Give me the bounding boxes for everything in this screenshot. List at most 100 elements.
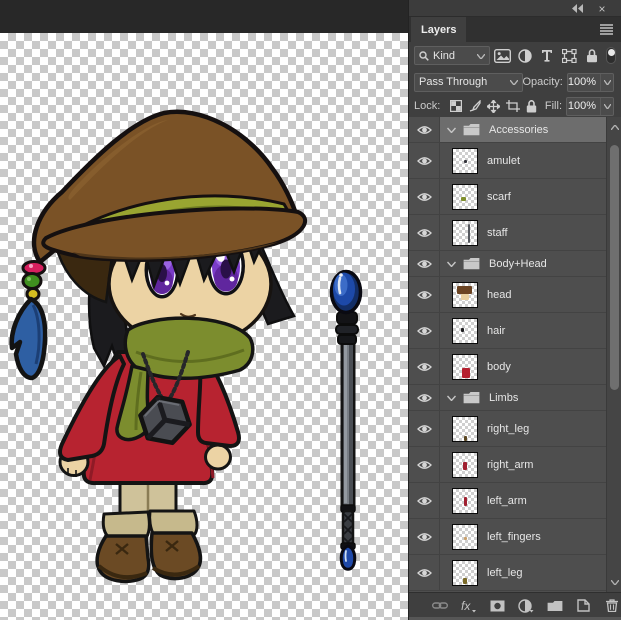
blend-mode-dropdown[interactable]: Pass Through [414, 73, 523, 92]
eye-icon [417, 290, 432, 300]
eye-icon [417, 125, 432, 135]
eye-icon [417, 496, 432, 506]
layer-thumbnail[interactable] [452, 560, 478, 586]
smart-object-filter-icon[interactable] [582, 45, 601, 66]
shape-layer-filter-icon[interactable] [560, 45, 579, 66]
canvas-area [0, 0, 408, 620]
layer-row[interactable]: right_arm [409, 447, 621, 483]
eye-icon [417, 192, 432, 202]
lock-transparency-icon[interactable] [446, 97, 465, 115]
close-panel-icon[interactable]: × [595, 3, 609, 14]
scroll-up-icon[interactable] [607, 119, 621, 135]
layer-name: scarf [487, 191, 511, 203]
group-name: Limbs [489, 392, 518, 404]
visibility-toggle[interactable] [409, 143, 440, 178]
type-layer-filter-icon[interactable] [538, 45, 557, 66]
visibility-toggle[interactable] [409, 555, 440, 590]
lock-paint-icon[interactable] [465, 97, 484, 115]
folder-icon [463, 257, 480, 270]
visibility-toggle[interactable] [409, 179, 440, 214]
visibility-toggle[interactable] [409, 519, 440, 554]
add-layer-mask-icon[interactable] [488, 595, 506, 616]
layer-name: right_arm [487, 459, 533, 471]
group-name: Accessories [489, 124, 548, 136]
visibility-toggle[interactable] [409, 313, 440, 348]
lock-all-icon[interactable] [522, 97, 541, 115]
panel-menu-icon[interactable] [600, 24, 613, 35]
layer-row[interactable]: amulet [409, 143, 621, 179]
eye-icon [417, 326, 432, 336]
new-group-icon[interactable] [546, 595, 564, 616]
visibility-toggle[interactable] [409, 447, 440, 482]
layer-name: left_fingers [487, 531, 541, 543]
layer-thumbnail[interactable] [452, 318, 478, 344]
layer-thumbnail[interactable] [452, 184, 478, 210]
layer-name: left_leg [487, 567, 522, 579]
visibility-toggle[interactable] [409, 411, 440, 446]
link-layers-icon[interactable] [431, 595, 449, 616]
lock-move-icon[interactable] [484, 97, 503, 115]
opacity-label: Opacity: [523, 76, 563, 88]
lock-label: Lock: [414, 100, 440, 112]
layer-name: head [487, 289, 511, 301]
layer-name: body [487, 361, 511, 373]
folder-icon [463, 123, 480, 136]
layer-style-fx-icon[interactable]: fx [460, 595, 478, 616]
layer-thumbnail[interactable] [452, 148, 478, 174]
eye-icon [417, 228, 432, 238]
document-canvas[interactable] [0, 33, 408, 620]
group-row[interactable]: Limbs [409, 385, 621, 411]
layer-thumbnail[interactable] [452, 282, 478, 308]
lock-artboard-icon[interactable] [503, 97, 522, 115]
chevron-down-icon[interactable] [447, 395, 456, 401]
layer-thumbnail[interactable] [452, 354, 478, 380]
visibility-toggle[interactable] [409, 277, 440, 312]
fill-value[interactable]: 100% [566, 97, 614, 116]
new-layer-icon[interactable] [575, 595, 593, 616]
layer-thumbnail[interactable] [452, 416, 478, 442]
new-adjustment-layer-icon[interactable] [517, 595, 535, 616]
layer-list-scrollbar[interactable] [606, 117, 621, 592]
layers-bottom-toolbar: fx [409, 592, 621, 618]
eye-icon [417, 393, 432, 403]
chevron-down-icon[interactable] [447, 261, 456, 267]
fill-label: Fill: [545, 100, 562, 112]
collapse-panel-icon[interactable] [571, 3, 585, 14]
layer-thumbnail[interactable] [452, 220, 478, 246]
scroll-down-icon[interactable] [607, 574, 621, 590]
visibility-toggle[interactable] [409, 349, 440, 384]
eye-icon [417, 156, 432, 166]
layer-row[interactable]: left_fingers [409, 519, 621, 555]
eye-icon [417, 362, 432, 372]
layer-thumbnail[interactable] [452, 524, 478, 550]
opacity-value[interactable]: 100% [567, 73, 614, 92]
layer-row[interactable]: left_arm [409, 483, 621, 519]
scrollbar-thumb[interactable] [610, 145, 619, 390]
group-row[interactable]: Accessories [409, 117, 621, 143]
layer-thumbnail[interactable] [452, 452, 478, 478]
tab-layers[interactable]: Layers [411, 17, 466, 42]
layer-row[interactable]: body [409, 349, 621, 385]
visibility-toggle[interactable] [409, 385, 440, 410]
layer-row[interactable]: staff [409, 215, 621, 251]
visibility-toggle[interactable] [409, 251, 440, 276]
filter-kind-dropdown[interactable]: Kind [414, 46, 490, 65]
layers-panel: × Layers Kind [408, 0, 621, 620]
layer-name: left_arm [487, 495, 527, 507]
layer-row[interactable]: right_leg [409, 411, 621, 447]
delete-layer-icon[interactable] [603, 595, 621, 616]
chevron-down-icon[interactable] [447, 127, 456, 133]
layer-row[interactable]: hair [409, 313, 621, 349]
adjustment-layer-filter-icon[interactable] [516, 45, 535, 66]
visibility-toggle[interactable] [409, 117, 440, 142]
layer-row[interactable]: scarf [409, 179, 621, 215]
layer-thumbnail[interactable] [452, 488, 478, 514]
layer-row[interactable]: left_leg [409, 555, 621, 591]
group-row[interactable]: Body+Head [409, 251, 621, 277]
visibility-toggle[interactable] [409, 215, 440, 250]
filter-toggle-pill[interactable] [606, 47, 616, 64]
visibility-toggle[interactable] [409, 483, 440, 518]
pixel-layer-filter-icon[interactable] [493, 45, 512, 66]
layer-row[interactable]: head [409, 277, 621, 313]
layer-name: right_leg [487, 423, 529, 435]
